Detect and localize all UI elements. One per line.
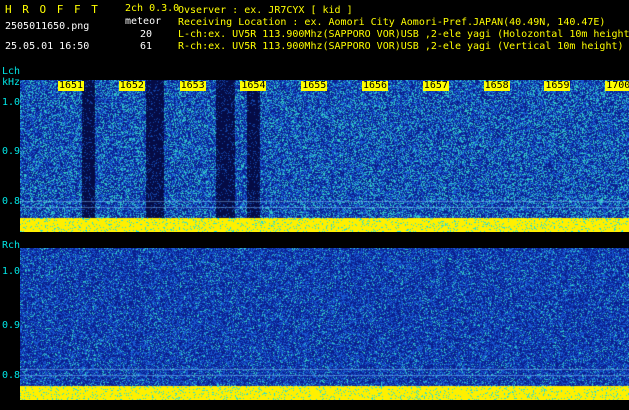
lch-line: L-ch:ex. UV5R 113.900Mhz(SAPPORO VOR)USB… bbox=[178, 29, 629, 40]
file-name: 2505011650.png bbox=[5, 21, 90, 32]
time-label: 1655 bbox=[301, 80, 328, 91]
rch-label: Rch bbox=[2, 240, 21, 251]
rch-waterfall[interactable] bbox=[20, 248, 629, 400]
rch-ytick-1-0: 1.0 bbox=[2, 266, 21, 277]
meteor-label: meteor bbox=[125, 16, 162, 27]
app-title: H R O F F T bbox=[5, 3, 100, 16]
time-label: 1651 bbox=[58, 80, 85, 91]
rch-ytick-0-9: 0.9 bbox=[2, 320, 21, 331]
version-label: 2ch 0.3.0 bbox=[125, 3, 180, 14]
lch-waterfall[interactable] bbox=[20, 80, 629, 232]
khz-label: kHz bbox=[2, 77, 21, 88]
meteor-count-l: 20 bbox=[140, 29, 153, 40]
time-label: 1657 bbox=[422, 80, 449, 91]
meteor-count-r: 61 bbox=[140, 41, 153, 52]
lch-ytick-0-9: 0.9 bbox=[2, 146, 21, 157]
rch-ytick-0-8: 0.8 bbox=[2, 370, 21, 381]
lch-label: Lch bbox=[2, 66, 21, 77]
datetime: 25.05.01 16:50 bbox=[5, 41, 90, 52]
observer-line: Ovserver : ex. JR7CYX [ kid ] bbox=[178, 5, 353, 16]
time-label: 1659 bbox=[544, 80, 571, 91]
location-line: Receiving Location : ex. Aomori City Aom… bbox=[178, 17, 606, 28]
time-label: 1654 bbox=[240, 80, 267, 91]
time-label: 1653 bbox=[179, 80, 206, 91]
lch-ytick-0-8: 0.8 bbox=[2, 196, 21, 207]
lch-ytick-1-0: 1.0 bbox=[2, 97, 21, 108]
time-label: 1652 bbox=[118, 80, 145, 91]
time-label: 1700 bbox=[605, 81, 629, 91]
time-label: 1656 bbox=[362, 80, 389, 91]
time-label: 1658 bbox=[483, 80, 510, 91]
rch-line: R-ch:ex. UV5R 113.900Mhz(SAPPORO VOR)USB… bbox=[178, 41, 624, 52]
